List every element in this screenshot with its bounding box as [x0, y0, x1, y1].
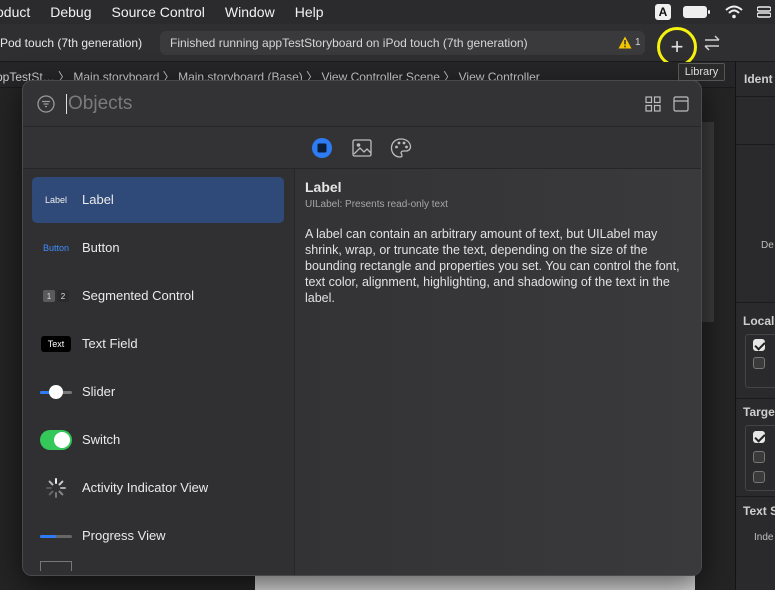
library-search-input[interactable]	[68, 91, 628, 117]
inspector-panel: Ident De Local Targe Text S Inde	[735, 62, 775, 590]
toolbar: Pod touch (7th generation) Finished runn…	[0, 24, 775, 67]
detail-view-icon[interactable]	[673, 96, 689, 112]
warning-count: 1	[635, 37, 641, 48]
code-review-icon[interactable]	[702, 34, 722, 52]
library-tooltip: Library	[678, 63, 725, 81]
tab-media[interactable]	[351, 137, 373, 159]
list-item-label: Switch	[82, 432, 121, 447]
segmented-control-thumbnail: 12	[40, 286, 72, 306]
localization-section-label: Local	[743, 314, 775, 328]
menu-help[interactable]: Help	[295, 4, 324, 20]
detail-title: Label	[305, 179, 342, 195]
status-area: A	[655, 0, 775, 24]
list-item[interactable]: Button Button	[32, 225, 284, 271]
list-item-label: Activity Indicator View	[82, 480, 209, 495]
library-detail-pane: Label UILabel: Presents read-only text A…	[295, 169, 701, 575]
list-item[interactable]: Activity Indicator View	[32, 465, 284, 511]
list-item-label: Button	[82, 240, 120, 255]
target-section-label: Targe	[743, 405, 775, 419]
activity-indicator-thumbnail	[40, 478, 72, 498]
divider	[736, 96, 775, 97]
library-object-list: Label Label Button Button 12 Segmented C…	[23, 169, 295, 575]
list-item-label: Slider	[82, 384, 116, 399]
warning-icon[interactable]	[618, 36, 632, 49]
target-checkbox[interactable]	[753, 451, 765, 463]
menu-bar: oduct Debug Source Control Window Help A	[0, 0, 775, 24]
next-item-thumbnail	[40, 561, 72, 571]
plus-icon: +	[670, 34, 684, 59]
list-item[interactable]: Switch	[32, 417, 284, 463]
activity-status-text: Finished running appTestStoryboard on iP…	[170, 36, 528, 50]
battery-icon[interactable]	[683, 6, 710, 18]
menu-debug[interactable]: Debug	[50, 4, 91, 20]
list-item[interactable]: Slider	[32, 369, 284, 415]
list-item-label: Progress View	[82, 528, 166, 543]
grid-view-icon[interactable]	[645, 96, 661, 112]
inspector-field-label: De	[761, 240, 774, 251]
run-destination[interactable]: Pod touch (7th generation)	[0, 36, 142, 50]
input-source-icon[interactable]: A	[655, 4, 671, 20]
list-item[interactable]: Progress View	[32, 513, 284, 559]
library-search-bar	[23, 81, 701, 127]
divider	[736, 398, 775, 399]
activity-view[interactable]: Finished running appTestStoryboard on iP…	[160, 31, 645, 55]
canvas-scroller	[700, 122, 714, 322]
switch-thumbnail	[40, 430, 72, 450]
wifi-icon[interactable]	[725, 5, 743, 19]
localization-checkbox[interactable]	[753, 339, 765, 351]
slider-thumbnail	[40, 382, 72, 402]
menu-source-control[interactable]: Source Control	[112, 4, 205, 20]
detail-subtitle: UILabel: Presents read-only text	[305, 199, 448, 210]
list-item-label: Label	[82, 192, 114, 207]
indent-label: Inde	[754, 532, 774, 543]
library-add-button[interactable]: +	[657, 27, 697, 67]
list-item[interactable]: Text Text Field	[32, 321, 284, 367]
text-settings-section-label: Text S	[743, 504, 775, 518]
divider	[736, 302, 775, 303]
library-tabs	[23, 127, 701, 169]
menu-product[interactable]: oduct	[0, 4, 30, 20]
canvas-device-edge	[255, 575, 695, 590]
menu-window[interactable]: Window	[225, 4, 275, 20]
target-checkbox[interactable]	[753, 471, 765, 483]
list-item-label: Segmented Control	[82, 288, 195, 303]
text-field-thumbnail: Text	[40, 334, 72, 354]
localization-checkbox[interactable]	[753, 357, 765, 369]
divider	[736, 496, 775, 497]
list-item[interactable]: Label Label	[32, 177, 284, 223]
tab-colors[interactable]	[390, 137, 412, 159]
detail-description: A label can contain an arbitrary amount …	[305, 227, 680, 305]
label-thumbnail: Label	[44, 195, 68, 205]
localization-box	[745, 334, 775, 388]
tab-objects[interactable]	[311, 137, 333, 159]
target-checkbox[interactable]	[753, 431, 765, 443]
target-box	[745, 425, 775, 491]
spinner-icon	[46, 478, 66, 498]
filter-icon[interactable]	[37, 95, 55, 113]
divider	[736, 144, 775, 145]
object-library-popover: Label Label Button Button 12 Segmented C…	[22, 80, 702, 576]
control-center-icon[interactable]	[757, 6, 771, 18]
text-cursor	[66, 94, 67, 114]
list-item[interactable]: 12 Segmented Control	[32, 273, 284, 319]
progress-view-thumbnail	[40, 526, 72, 546]
list-item-label: Text Field	[82, 336, 138, 351]
identity-section-label: Ident	[744, 72, 773, 86]
button-thumbnail: Button	[42, 243, 70, 253]
